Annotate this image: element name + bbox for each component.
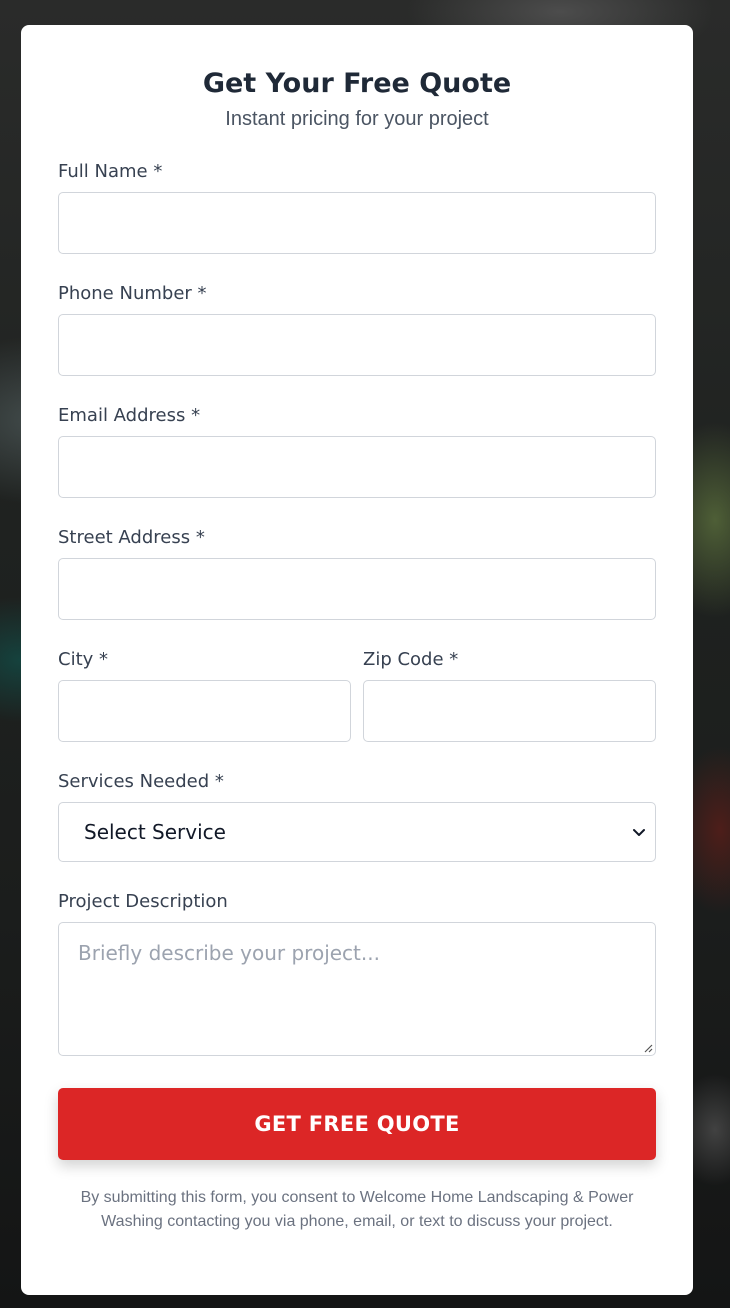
city-label: City * bbox=[58, 649, 109, 670]
zip-code-label: Zip Code * bbox=[363, 649, 459, 670]
description-group: Project Description Briefly describe you… bbox=[58, 891, 656, 1056]
email-label: Email Address * bbox=[58, 405, 201, 426]
chevron-down-icon bbox=[633, 829, 645, 836]
city-group: City * bbox=[58, 649, 351, 742]
zip-code-input[interactable] bbox=[363, 680, 656, 742]
zip-group: Zip Code * bbox=[363, 649, 656, 742]
form-subtitle: Instant pricing for your project bbox=[225, 108, 489, 130]
phone-input[interactable] bbox=[58, 314, 656, 376]
street-address-input[interactable] bbox=[58, 558, 656, 620]
resize-grip-icon[interactable] bbox=[642, 1042, 653, 1053]
email-group: Email Address * bbox=[58, 405, 656, 498]
project-description-label: Project Description bbox=[58, 891, 228, 912]
get-free-quote-button[interactable]: GET FREE QUOTE bbox=[58, 1088, 656, 1160]
services-selected-value: Select Service bbox=[84, 820, 226, 844]
email-input[interactable] bbox=[58, 436, 656, 498]
form-title: Get Your Free Quote bbox=[202, 68, 512, 99]
street-group: Street Address * bbox=[58, 527, 656, 620]
project-description-textarea[interactable]: Briefly describe your project... bbox=[58, 922, 656, 1056]
services-label: Services Needed * bbox=[58, 771, 224, 792]
project-description-placeholder: Briefly describe your project... bbox=[78, 941, 380, 965]
phone-label: Phone Number * bbox=[58, 283, 207, 304]
phone-group: Phone Number * bbox=[58, 283, 656, 376]
full-name-group: Full Name * bbox=[58, 161, 656, 254]
consent-notice: By submitting this form, you consent to … bbox=[80, 1189, 634, 1230]
city-input[interactable] bbox=[58, 680, 351, 742]
city-zip-row: City * Zip Code * bbox=[58, 649, 656, 742]
quote-form-card: Get Your Free Quote Instant pricing for … bbox=[21, 25, 693, 1295]
services-group: Services Needed * Select Service bbox=[58, 771, 656, 862]
full-name-label: Full Name * bbox=[58, 161, 163, 182]
full-name-input[interactable] bbox=[58, 192, 656, 254]
services-select[interactable]: Select Service bbox=[58, 802, 656, 862]
street-address-label: Street Address * bbox=[58, 527, 205, 548]
